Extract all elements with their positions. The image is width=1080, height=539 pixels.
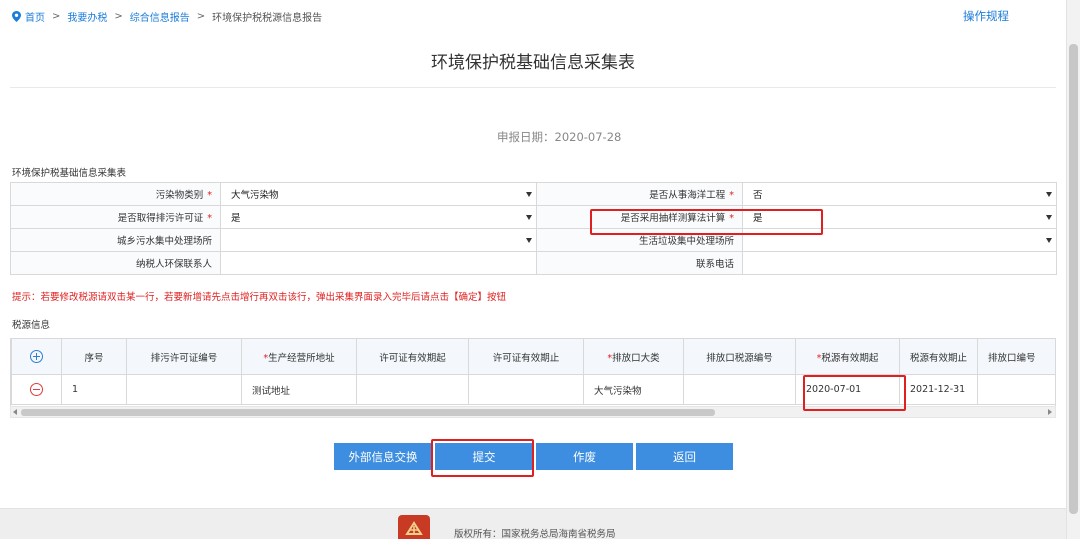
dropdown-arrow-icon <box>1046 192 1052 197</box>
page-title: 环境保护税基础信息采集表 <box>431 53 635 73</box>
cell-valid-start: 2020-07-01 <box>795 374 900 405</box>
breadcrumb-home-link[interactable]: 首页 <box>25 9 45 24</box>
breadcrumb-current: 环境保护税税源信息报告 <box>212 12 323 24</box>
column-header: 排放口税源编号 <box>683 338 796 375</box>
column-header: *排放口大类 <box>583 338 684 375</box>
form-section-label: 环境保护税基础信息采集表 <box>12 168 127 179</box>
sewage-site-select[interactable] <box>220 228 537 252</box>
cell-permit-end <box>468 374 584 405</box>
tax-source-table: 序号 排污许可证编号 *生产经营所地址 许可证有效期起 许可证有效期止 *排放口… <box>11 338 1055 405</box>
cell-permit-start <box>356 374 469 405</box>
breadcrumb-separator: > <box>52 10 61 22</box>
void-button[interactable]: 作废 <box>536 443 633 470</box>
column-header: 许可证有效期起 <box>356 338 469 375</box>
add-row-cell <box>11 338 62 375</box>
cell-valid-end: 2021-12-31 <box>899 374 978 405</box>
report-date-value: 2020-07-28 <box>554 130 622 144</box>
garbage-site-label: 生活垃圾集中处理场所 <box>536 228 743 252</box>
external-info-exchange-button[interactable]: 外部信息交换 <box>334 443 432 470</box>
marine-project-label: 是否从事海洋工程 * <box>536 182 743 206</box>
hint-text: 提示：若要修改税源请双击某一行，若要新增请先点击增行再双击该行，弹出采集界面录入… <box>12 292 507 303</box>
tax-source-section-label: 税源信息 <box>12 320 51 331</box>
pollutant-type-value: 大气污染物 <box>231 190 279 201</box>
sampling-method-value: 是 <box>753 213 763 224</box>
column-header: 序号 <box>61 338 127 375</box>
dropdown-arrow-icon <box>526 238 532 243</box>
basic-info-form: 污染物类别 * 大气污染物 是否从事海洋工程 * 否 是否取得排污许可证 * 是 是否… <box>10 182 1057 275</box>
contact-person-input[interactable] <box>220 251 537 275</box>
column-header: *生产经营所地址 <box>241 338 357 375</box>
marine-project-value: 否 <box>753 190 763 201</box>
cell-address: 测试地址 <box>241 374 357 405</box>
breadcrumb-tax-link[interactable]: 我要办税 <box>67 9 107 24</box>
title-divider <box>10 87 1056 88</box>
permit-select[interactable]: 是 <box>220 205 537 229</box>
copyright-text: 版权所有：国家税务总局海南省税务局 <box>454 529 616 539</box>
vertical-scrollbar-thumb[interactable] <box>1069 44 1078 514</box>
scroll-right-icon[interactable] <box>1048 409 1052 415</box>
column-header: *税源有效期起 <box>795 338 900 375</box>
column-header: 排污许可证编号 <box>126 338 242 375</box>
cell-permit-no <box>126 374 242 405</box>
garbage-site-select[interactable] <box>742 228 1057 252</box>
dropdown-arrow-icon <box>526 192 532 197</box>
table-row[interactable]: 1 测试地址 大气污染物 2020-07-01 2021-12-31 <box>11 374 1055 405</box>
emblem-mark-icon <box>405 521 423 535</box>
operation-guide-link[interactable]: 操作规程 <box>963 8 1009 24</box>
breadcrumb-report-link[interactable]: 综合信息报告 <box>130 9 190 24</box>
tax-emblem-icon <box>398 515 430 539</box>
phone-label: 联系电话 <box>536 251 743 275</box>
horizontal-scrollbar[interactable] <box>10 406 1056 418</box>
permit-label: 是否取得排污许可证 * <box>10 205 221 229</box>
dropdown-arrow-icon <box>526 215 532 220</box>
breadcrumb: 首页 > 我要办税 > 综合信息报告 > 环境保护税税源信息报告 <box>12 8 322 24</box>
sampling-method-select[interactable]: 是 <box>742 205 1057 229</box>
required-mark: * <box>729 190 734 201</box>
column-header: 税源有效期止 <box>899 338 978 375</box>
page: 首页 > 我要办税 > 综合信息报告 > 环境保护税税源信息报告 操作规程 环境… <box>0 0 1066 539</box>
cell-outlet-source-no <box>683 374 796 405</box>
dropdown-arrow-icon <box>1046 215 1052 220</box>
back-button[interactable]: 返回 <box>636 443 733 470</box>
cell-outlet-type: 大气污染物 <box>583 374 684 405</box>
column-header: 许可证有效期止 <box>468 338 584 375</box>
breadcrumb-separator: > <box>196 10 206 22</box>
column-header: 排放口编号 <box>977 338 1055 375</box>
scroll-left-icon[interactable] <box>13 409 17 415</box>
pollutant-type-select[interactable]: 大气污染物 <box>220 182 537 206</box>
footer: 版权所有：国家税务总局海南省税务局 <box>0 508 1066 539</box>
required-mark: * <box>729 213 734 224</box>
marine-project-select[interactable]: 否 <box>742 182 1057 206</box>
cell-index: 1 <box>61 374 127 405</box>
add-row-icon[interactable] <box>30 350 43 363</box>
remove-row-icon[interactable] <box>30 383 43 396</box>
permit-value: 是 <box>231 213 241 224</box>
dropdown-arrow-icon <box>1046 238 1052 243</box>
sampling-method-label: 是否采用抽样测算法计算 * <box>536 205 743 229</box>
contact-person-label: 纳税人环保联系人 <box>10 251 221 275</box>
report-date: 申报日期：2020-07-28 <box>497 129 621 145</box>
submit-button[interactable]: 提交 <box>435 443 533 470</box>
report-date-label: 申报日期： <box>497 130 555 144</box>
table-header-row: 序号 排污许可证编号 *生产经营所地址 许可证有效期起 许可证有效期止 *排放口… <box>11 338 1055 375</box>
required-mark: * <box>207 190 212 201</box>
sewage-site-label: 城乡污水集中处理场所 <box>10 228 221 252</box>
required-mark: * <box>207 213 212 224</box>
location-pin-icon <box>12 10 21 22</box>
phone-input[interactable] <box>742 251 1057 275</box>
cell-outlet-no <box>977 374 1055 405</box>
remove-row-cell <box>11 374 62 405</box>
page-vertical-scrollbar[interactable] <box>1066 0 1080 539</box>
pollutant-type-label: 污染物类别 * <box>10 182 221 206</box>
scrollbar-thumb[interactable] <box>21 409 715 416</box>
breadcrumb-separator: > <box>114 10 123 22</box>
